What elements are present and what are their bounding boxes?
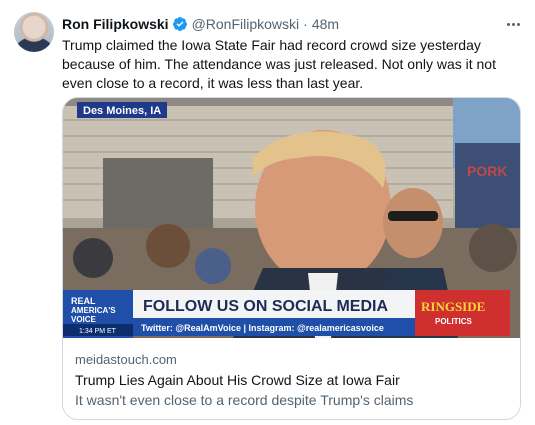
card-footer[interactable]: meidastouch.com Trump Lies Again About H… xyxy=(63,338,520,419)
svg-text:1:34 PM ET: 1:34 PM ET xyxy=(79,328,117,335)
author-name[interactable]: Ron Filipkowski xyxy=(62,16,169,32)
card-description: It wasn't even close to a record despite… xyxy=(75,392,414,408)
tweet-time[interactable]: 48m xyxy=(312,16,339,32)
svg-text:PORK: PORK xyxy=(467,163,507,179)
author-handle[interactable]: @RonFilipkowski xyxy=(192,16,300,32)
svg-text:REAL: REAL xyxy=(71,296,96,306)
tweet-text: Trump claimed the Iowa State Fair had re… xyxy=(62,37,496,91)
verified-badge-icon xyxy=(172,17,187,31)
link-card[interactable]: PORK Des Moines, IA REAL AMERICA'S VOICE… xyxy=(62,97,521,420)
lower-third-headline: FOLLOW US ON SOCIAL MEDIA xyxy=(143,298,388,315)
tweet[interactable]: Ron Filipkowski @RonFilipkowski · 48m Tr… xyxy=(0,0,535,425)
tweet-header: Ron Filipkowski @RonFilipkowski · 48m xyxy=(62,14,339,34)
show-logo: RINGSIDE xyxy=(421,299,485,314)
lower-third-socials: Twitter: @RealAmVoice | Instagram: @real… xyxy=(141,323,384,333)
avatar[interactable] xyxy=(14,12,54,52)
card-title[interactable]: Trump Lies Again About His Crowd Size at… xyxy=(75,372,400,388)
more-options-icon[interactable] xyxy=(503,14,523,34)
svg-text:VOICE: VOICE xyxy=(71,315,97,324)
svg-text:POLITICS: POLITICS xyxy=(435,317,473,326)
svg-text:AMERICA'S: AMERICA'S xyxy=(71,306,116,315)
card-image-graphic: PORK Des Moines, IA REAL AMERICA'S VOICE… xyxy=(63,98,520,338)
location-tag: Des Moines, IA xyxy=(83,105,161,117)
card-image[interactable]: PORK Des Moines, IA REAL AMERICA'S VOICE… xyxy=(63,98,520,338)
card-domain: meidastouch.com xyxy=(75,352,177,367)
separator-dot: · xyxy=(303,16,308,32)
